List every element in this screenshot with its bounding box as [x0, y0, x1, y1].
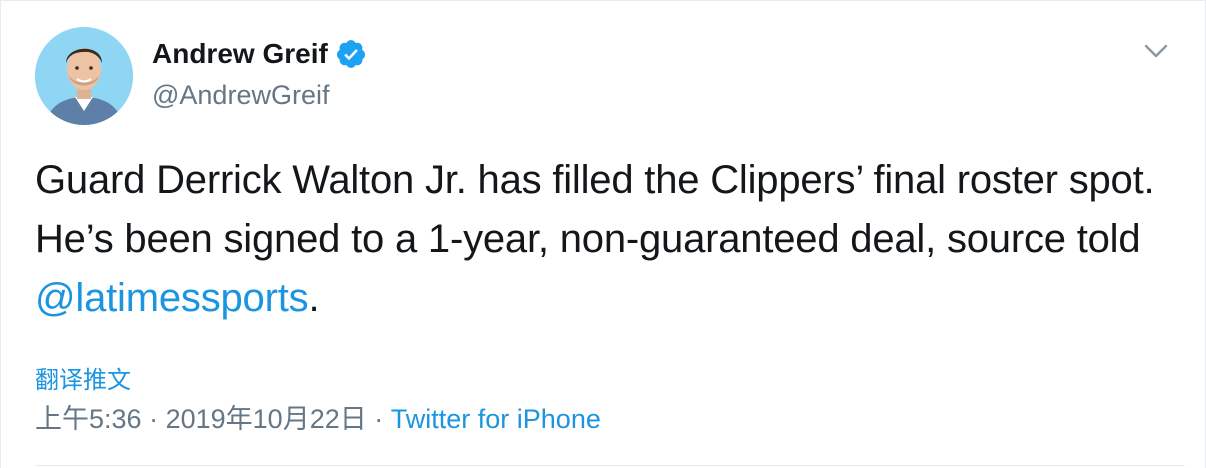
verified-badge-icon — [336, 40, 365, 68]
tweet-text-body: Guard Derrick Walton Jr. has filled the … — [35, 158, 1155, 261]
meta-separator: · — [149, 404, 159, 434]
tweet-source-link[interactable]: Twitter for iPhone — [391, 404, 601, 434]
tweet-text: Guard Derrick Walton Jr. has filled the … — [35, 151, 1185, 328]
author-name[interactable]: Andrew Greif — [152, 37, 367, 71]
author-avatar[interactable] — [35, 27, 133, 125]
meta-separator-2: · — [374, 404, 384, 434]
mention-link[interactable]: @latimessports — [35, 276, 309, 320]
chevron-down-icon — [1144, 44, 1168, 58]
tweet-card: Andrew Greif @AndrewGreif Guard Derrick … — [0, 0, 1206, 468]
translate-tweet-link[interactable]: 翻译推文 — [35, 366, 131, 396]
tweet-date[interactable]: 2019年10月22日 — [166, 404, 367, 434]
divider — [35, 465, 1185, 466]
author-handle[interactable]: @AndrewGreif — [152, 78, 329, 112]
tweet-options-button[interactable] — [1142, 39, 1170, 63]
tweet-time[interactable]: 上午5:36 — [35, 404, 142, 434]
author-name-text: Andrew Greif — [152, 38, 328, 69]
person-avatar-icon — [35, 27, 133, 125]
tweet-meta: 上午5:36 · 2019年10月22日 · Twitter for iPhon… — [35, 402, 601, 436]
tweet-text-end: . — [308, 276, 320, 320]
